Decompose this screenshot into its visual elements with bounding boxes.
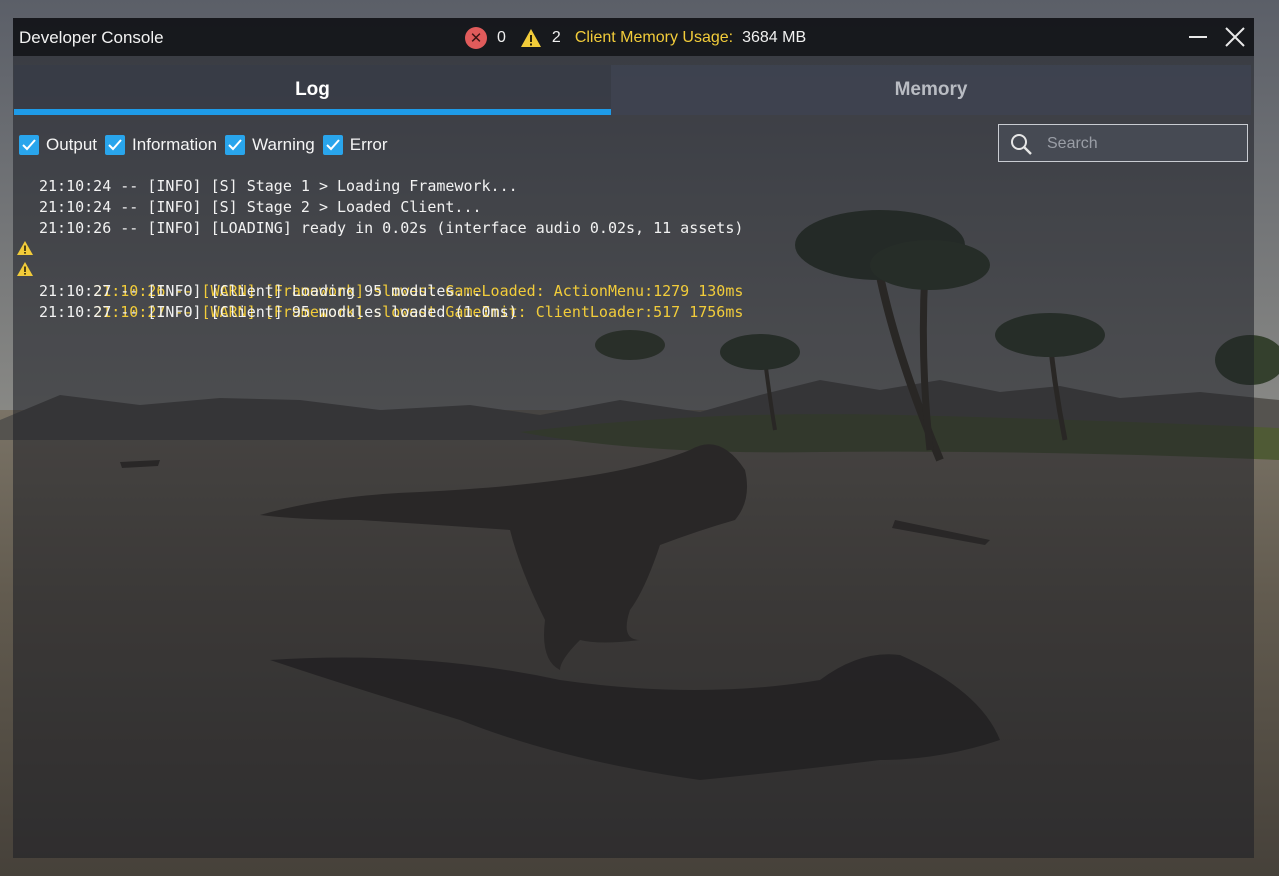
- checkbox-checked-icon[interactable]: [322, 135, 343, 155]
- warning-triangle-icon: [17, 262, 33, 276]
- filter-label: Error: [349, 135, 388, 154]
- checkbox-checked-icon[interactable]: [105, 135, 126, 155]
- minimize-icon[interactable]: [1185, 24, 1211, 50]
- memory-usage-label: Client Memory Usage:: [574, 29, 734, 46]
- log-line-warning: 21:10:27 -- [WARN] [Framework] slowest G…: [13, 260, 1243, 321]
- filter-output[interactable]: Output: [19, 135, 97, 155]
- log-line: 21:10:24 -- [INFO] [S] Stage 1 > Loading…: [39, 177, 518, 195]
- memory-usage-value: 3684 MB: [742, 29, 807, 46]
- error-circle-icon[interactable]: ✕: [465, 27, 487, 49]
- log-line-warning: 21:10:26 -- [WARN] [Framework] slowest G…: [13, 239, 1243, 300]
- log-output: 21:10:24 -- [INFO] [S] Stage 1 > Loading…: [13, 176, 1243, 323]
- tab-log[interactable]: Log: [14, 65, 611, 115]
- log-line: 21:10:27 -- [INFO] [Client] 95 modules l…: [39, 303, 518, 321]
- log-line: 21:10:27 -- [INFO] [Client] Loading 95 m…: [39, 282, 482, 300]
- error-count: 0: [497, 29, 506, 46]
- console-titlebar[interactable]: Developer Console ✕ 0 2 Client Memory Us…: [13, 18, 1254, 56]
- log-filters: Output Information Warning Error: [19, 133, 396, 157]
- close-icon[interactable]: [1222, 24, 1248, 50]
- console-stats: ✕ 0 2 Client Memory Usage: 3684 MB: [465, 26, 806, 50]
- console-tabs: Log Memory: [14, 65, 1251, 115]
- filter-error[interactable]: Error: [322, 135, 388, 155]
- log-line: 21:10:24 -- [INFO] [S] Stage 2 > Loaded …: [39, 198, 482, 216]
- warning-triangle-icon: [17, 241, 33, 255]
- search-input[interactable]: [1045, 132, 1239, 156]
- tab-memory[interactable]: Memory: [611, 65, 1251, 115]
- checkbox-checked-icon[interactable]: [225, 135, 246, 155]
- log-line: 21:10:26 -- [INFO] [LOADING] ready in 0.…: [39, 219, 744, 237]
- filter-label: Warning: [252, 135, 315, 154]
- search-box[interactable]: [998, 124, 1248, 162]
- filter-label: Output: [46, 135, 98, 154]
- filter-information[interactable]: Information: [105, 135, 217, 155]
- search-icon: [1011, 134, 1032, 155]
- filter-warning[interactable]: Warning: [225, 135, 315, 155]
- warning-triangle-icon[interactable]: [520, 28, 542, 48]
- window-title: Developer Console: [19, 28, 164, 47]
- checkbox-checked-icon[interactable]: [19, 135, 39, 155]
- filter-label: Information: [132, 135, 218, 154]
- developer-console-window: Developer Console ✕ 0 2 Client Memory Us…: [13, 18, 1254, 858]
- warning-count: 2: [551, 29, 561, 46]
